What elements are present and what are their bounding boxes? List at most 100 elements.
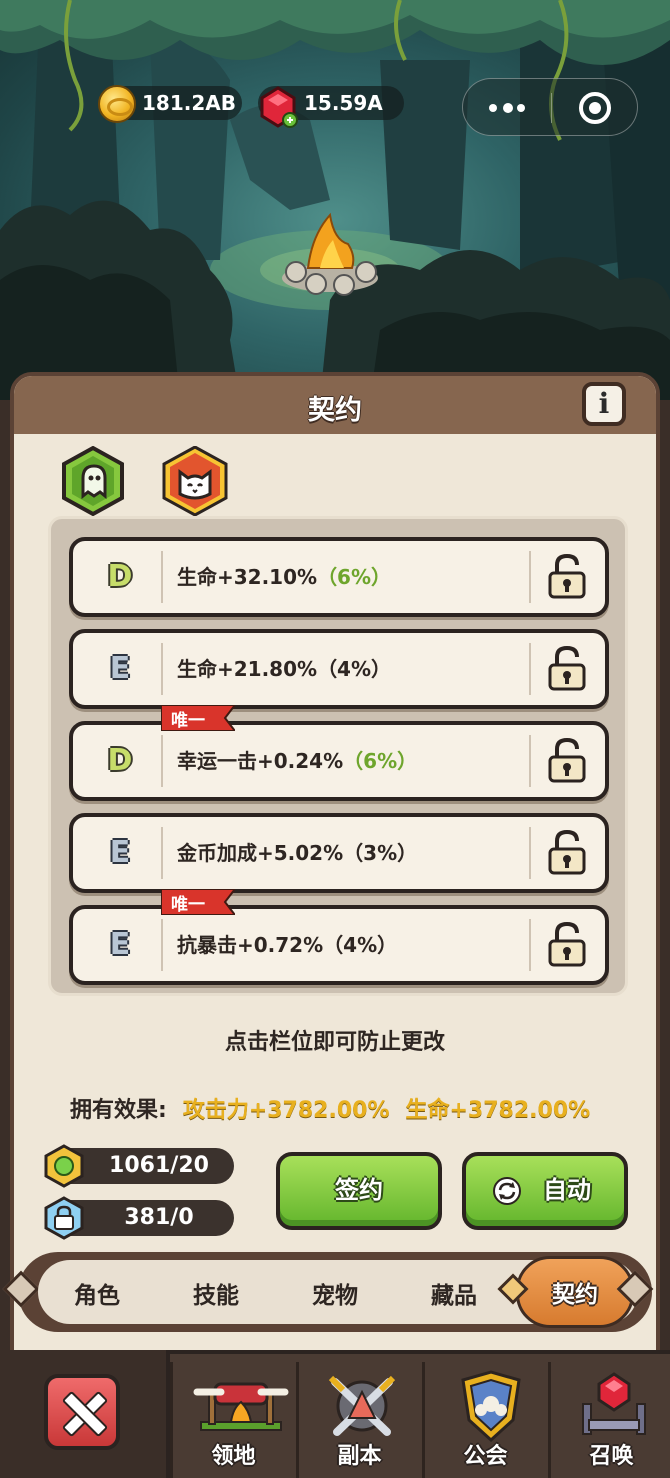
contract-slot-1[interactable]: D 生命+32.10%（6%） — [69, 537, 609, 617]
panel-header: 契约 i — [14, 376, 656, 434]
sign-contract-button[interactable]: 签约 — [276, 1152, 442, 1230]
unlocked-padlock-icon[interactable] — [547, 553, 587, 599]
unique-label: 唯一 — [171, 895, 205, 915]
grade-badge: E — [109, 927, 131, 962]
capsule-divider — [551, 93, 552, 123]
grade-badge: E — [109, 835, 131, 870]
nav-territory[interactable]: 领地 — [170, 1362, 294, 1478]
contract-slots: D 生命+32.10%（6%） E 生命+21.80%（4%） 唯一 D 幸运一… — [48, 516, 628, 996]
slot-chance: （3%） — [343, 841, 418, 865]
gold-balance: 181.2AB — [98, 85, 242, 123]
slot-divider — [161, 919, 163, 971]
panel-title: 契约 — [308, 395, 362, 426]
unlocked-padlock-icon[interactable] — [547, 921, 587, 967]
slot-stat-text: 幸运一击+0.24%（6%） — [177, 745, 417, 774]
slot-divider — [529, 551, 531, 603]
material-count: 1061/20 — [109, 1153, 209, 1178]
lock-count: 381/0 — [124, 1205, 194, 1230]
nav-summon[interactable]: 召唤 — [548, 1362, 670, 1478]
lock-counter: 381/0 — [44, 1196, 234, 1240]
unlocked-padlock-icon[interactable] — [547, 737, 587, 783]
nav-dungeon[interactable]: 副本 — [296, 1362, 420, 1478]
panel-tab-bar: 角色 技能 宠物 藏品 契约 — [2, 1252, 654, 1332]
main-nav-tray: 领地 副本 公会 召唤 — [166, 1350, 670, 1478]
slot-chance: （6%） — [317, 565, 392, 589]
target-icon[interactable] — [579, 92, 611, 124]
grade-badge: E — [109, 651, 131, 686]
unique-label: 唯一 — [171, 711, 205, 731]
slot-stat: 生命+21.80% — [177, 657, 318, 681]
slot-stat: 生命+32.10% — [177, 565, 318, 589]
nav-territory-label: 领地 — [211, 1444, 256, 1469]
grade-badge: D — [107, 743, 133, 778]
unique-tag-label-wrap: 唯一 — [161, 705, 235, 731]
effect-hp: 生命+3782.00% — [405, 1098, 591, 1123]
slot-divider — [161, 643, 163, 695]
slot-stat: 抗暴击+0.72% — [177, 933, 324, 957]
summon-altar-icon — [582, 1372, 646, 1435]
more-icon[interactable] — [487, 99, 527, 117]
effects-label: 拥有效果: — [70, 1098, 167, 1123]
close-button[interactable] — [44, 1374, 120, 1450]
gold-coin-icon — [98, 85, 136, 123]
slot-divider — [161, 827, 163, 879]
slot-stat-text: 生命+32.10%（6%） — [177, 561, 391, 590]
slot-stat-text: 金币加成+5.02%（3%） — [177, 837, 417, 866]
slot-chance: （4%） — [317, 657, 392, 681]
slot-divider — [529, 827, 531, 879]
unlocked-padlock-icon[interactable] — [547, 645, 587, 691]
guild-shield-icon — [461, 1370, 521, 1443]
unlocked-padlock-icon[interactable] — [547, 829, 587, 875]
slot-divider — [529, 643, 531, 695]
slot-divider — [529, 735, 531, 787]
left-diamond-ornament — [2, 1270, 40, 1308]
grade-badge: D — [107, 559, 133, 594]
lock-hint: 点击栏位即可防止更改 — [224, 1030, 445, 1055]
bottom-nav-bar: 领地 副本 公会 召唤 — [0, 1350, 670, 1478]
nav-guild-label: 公会 — [463, 1444, 508, 1469]
green-orb-hex-icon — [44, 1144, 84, 1188]
gem-balance[interactable]: 15.59A — [258, 86, 404, 128]
tab-contract-label: 契约 — [552, 1282, 598, 1308]
forest-campfire-scene: 181.2AB 15.59A — [0, 0, 670, 400]
green-ghost-tab[interactable] — [58, 446, 128, 516]
red-gem-icon — [260, 86, 298, 128]
mini-program-capsule — [462, 78, 638, 136]
contract-panel: 契约 i D 生命+32.10%（6%） E 生命+21.80%（4%） 唯一 … — [10, 372, 660, 1372]
contract-slot-4[interactable]: E 金币加成+5.02%（3%） — [69, 813, 609, 893]
unique-tag-label-wrap: 唯一 — [161, 889, 235, 915]
slot-stat: 幸运一击+0.24% — [177, 749, 344, 773]
auto-button[interactable]: 自动 — [462, 1152, 628, 1230]
tab-character[interactable]: 角色 — [42, 1276, 152, 1310]
slot-chance: （6%） — [343, 749, 418, 773]
nav-guild[interactable]: 公会 — [422, 1362, 546, 1478]
contract-slot-3[interactable]: 唯一 D 幸运一击+0.24%（6%） — [69, 705, 609, 801]
gold-amount: 181.2AB — [142, 91, 236, 115]
contract-slot-2[interactable]: E 生命+21.80%（4%） — [69, 629, 609, 709]
slot-stat-text: 抗暴击+0.72%（4%） — [177, 929, 397, 958]
orange-cat-tab[interactable] — [160, 446, 230, 516]
tab-contract[interactable]: 契约 — [516, 1256, 634, 1328]
slot-chance: （4%） — [323, 933, 398, 957]
ghost-icon — [81, 464, 107, 500]
gem-amount: 15.59A — [304, 91, 383, 115]
contract-slot-5[interactable]: 唯一 E 抗暴击+0.72%（4%） — [69, 889, 609, 985]
effect-attack: 攻击力+3782.00% — [182, 1098, 390, 1123]
crossed-swords-icon — [328, 1375, 396, 1436]
refresh-icon — [493, 1177, 521, 1205]
info-button[interactable]: i — [582, 382, 626, 426]
auto-label: 自动 — [543, 1176, 591, 1204]
material-counter: 1061/20 — [44, 1144, 234, 1188]
tab-skills[interactable]: 技能 — [161, 1276, 271, 1310]
nav-dungeon-label: 副本 — [337, 1444, 382, 1469]
nav-summon-label: 召唤 — [589, 1444, 634, 1469]
slot-stat: 金币加成+5.02% — [177, 841, 344, 865]
slot-stat-text: 生命+21.80%（4%） — [177, 653, 391, 682]
territory-icon — [193, 1382, 289, 1431]
lock-hex-icon — [44, 1196, 84, 1240]
slot-divider — [161, 735, 163, 787]
slot-divider — [529, 919, 531, 971]
tab-pets[interactable]: 宠物 — [280, 1276, 390, 1310]
cat-icon — [178, 469, 212, 500]
tab-collection[interactable]: 藏品 — [399, 1276, 509, 1310]
